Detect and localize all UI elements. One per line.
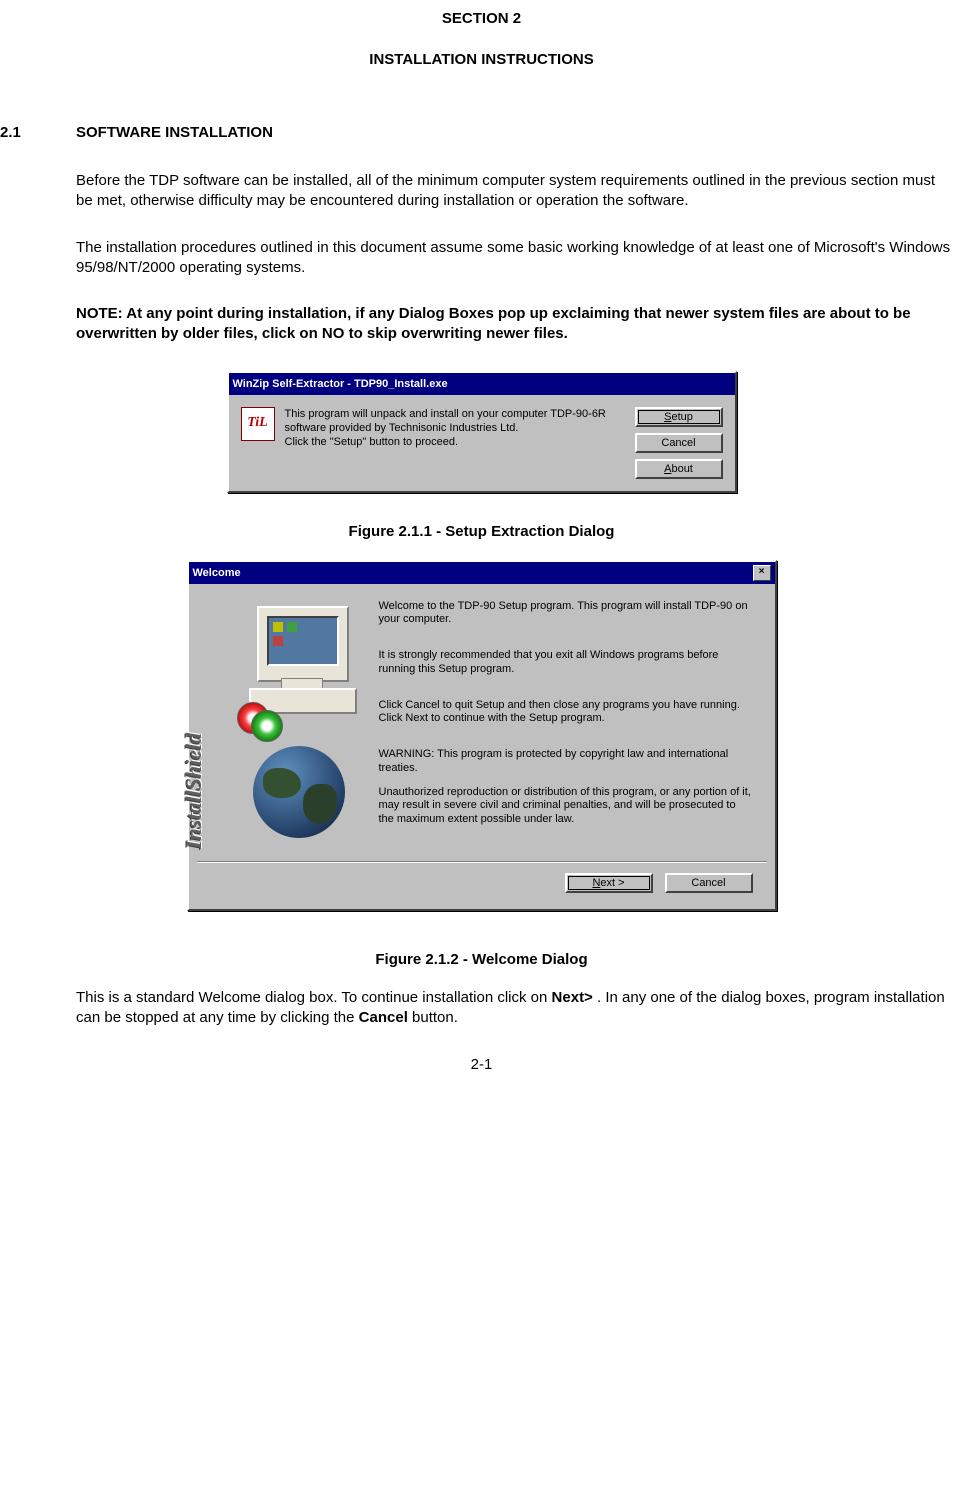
cancel-button[interactable]: Cancel bbox=[665, 873, 753, 893]
page-number: 2-1 bbox=[0, 1056, 963, 1073]
winzip-line2: Click the "Setup" button to proceed. bbox=[285, 436, 459, 448]
winzip-body-text: This program will unpack and install on … bbox=[285, 407, 635, 479]
heading-number: 2.1 bbox=[0, 124, 76, 141]
welcome-dialog: Welcome × InstallShield bbox=[187, 560, 777, 911]
winzip-title-text: WinZip Self-Extractor - TDP90_Install.ex… bbox=[233, 378, 448, 390]
section-title: INSTALLATION INSTRUCTIONS bbox=[0, 51, 963, 68]
section-number: SECTION 2 bbox=[0, 10, 963, 27]
figure-caption-1: Figure 2.1.1 - Setup Extraction Dialog bbox=[0, 523, 963, 540]
close-icon[interactable]: × bbox=[753, 565, 771, 581]
closing-paragraph: This is a standard Welcome dialog box. T… bbox=[76, 988, 963, 1029]
welcome-body-text: Welcome to the TDP-90 Setup program. Thi… bbox=[379, 600, 753, 849]
cancel-button[interactable]: Cancel bbox=[635, 433, 723, 453]
winzip-titlebar[interactable]: WinZip Self-Extractor - TDP90_Install.ex… bbox=[229, 373, 735, 395]
welcome-p3: Click Cancel to quit Setup and then clos… bbox=[379, 699, 753, 727]
computer-art-icon bbox=[243, 606, 355, 786]
welcome-p4: WARNING: This program is protected by co… bbox=[379, 748, 753, 776]
winzip-dialog: WinZip Self-Extractor - TDP90_Install.ex… bbox=[227, 371, 737, 493]
setup-button[interactable]: Setup bbox=[635, 407, 723, 427]
til-logo-icon: TiL bbox=[241, 407, 275, 441]
welcome-p5: Unauthorized reproduction or distributio… bbox=[379, 786, 753, 827]
about-button[interactable]: About bbox=[635, 459, 723, 479]
winzip-button-stack: Setup Cancel About bbox=[635, 407, 723, 479]
paragraph-1: Before the TDP software can be installed… bbox=[76, 171, 963, 212]
next-button[interactable]: Next > bbox=[565, 873, 653, 893]
welcome-button-row: Next > Cancel bbox=[189, 863, 775, 909]
welcome-p1: Welcome to the TDP-90 Setup program. Thi… bbox=[379, 600, 753, 628]
figure-2-1-2: Welcome × InstallShield bbox=[0, 560, 963, 911]
welcome-graphic: InstallShield bbox=[211, 600, 361, 849]
welcome-p2: It is strongly recommended that you exit… bbox=[379, 649, 753, 677]
closing-prefix: This is a standard Welcome dialog box. T… bbox=[76, 989, 552, 1006]
welcome-titlebar[interactable]: Welcome × bbox=[189, 562, 775, 584]
figure-2-1-1: WinZip Self-Extractor - TDP90_Install.ex… bbox=[0, 371, 963, 493]
paragraph-2: The installation procedures outlined in … bbox=[76, 238, 963, 279]
installshield-label: InstallShield bbox=[181, 733, 207, 849]
closing-bold-next: Next> bbox=[552, 989, 593, 1006]
figure-caption-2: Figure 2.1.2 - Welcome Dialog bbox=[0, 951, 963, 968]
heading-text: SOFTWARE INSTALLATION bbox=[76, 124, 963, 141]
heading-2-1: 2.1 SOFTWARE INSTALLATION bbox=[0, 124, 963, 141]
closing-suffix: button. bbox=[408, 1009, 458, 1026]
welcome-title-text: Welcome bbox=[193, 567, 241, 579]
note-paragraph: NOTE: At any point during installation, … bbox=[76, 304, 963, 345]
winzip-line1: This program will unpack and install on … bbox=[285, 408, 606, 434]
closing-bold-cancel: Cancel bbox=[359, 1009, 408, 1026]
document-page: SECTION 2 INSTALLATION INSTRUCTIONS 2.1 … bbox=[0, 0, 963, 1103]
